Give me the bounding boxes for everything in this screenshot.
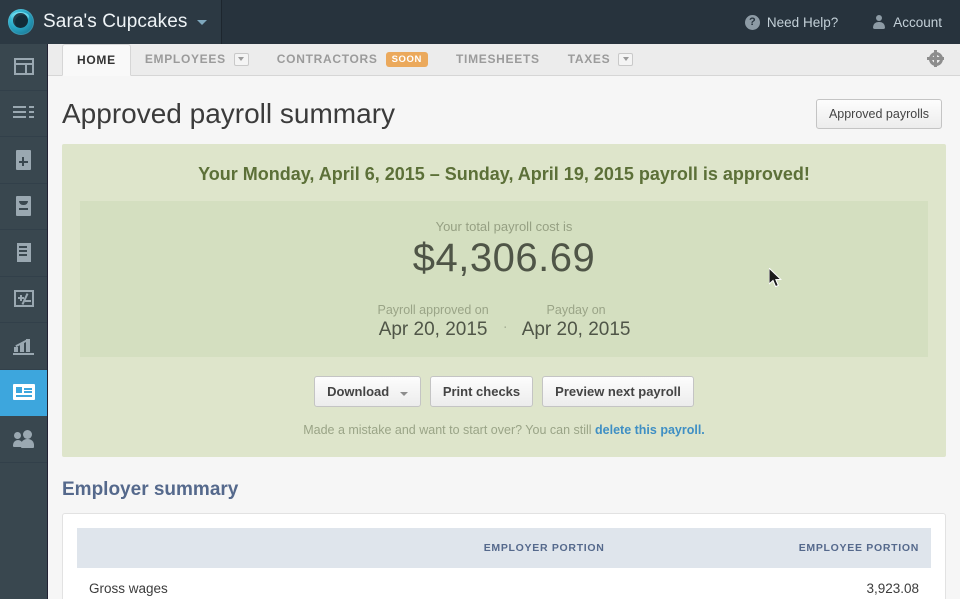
top-bar: Sara's Cupcakes ? Need Help? Account [0, 0, 960, 44]
total-cost-amount: $4,306.69 [412, 236, 596, 280]
total-cost-label: Your total payroll cost is [435, 219, 573, 234]
chart-icon [12, 335, 35, 357]
download-label: Download [327, 384, 390, 399]
chevron-down-icon [399, 392, 408, 396]
employer-summary-card: EMPLOYER PORTION EMPLOYEE PORTION Gross … [62, 513, 946, 599]
wave-circle-logo-icon [8, 9, 34, 35]
payroll-cost-panel: Your total payroll cost is $4,306.69 Pay… [80, 201, 928, 357]
tab-timesheets-label: TIMESHEETS [456, 52, 540, 66]
tab-employees-label: EMPLOYEES [144, 52, 226, 66]
calculator-icon [13, 288, 35, 310]
gross-wages-employee: 3,923.08 [616, 568, 931, 599]
table-body: Gross wages 3,923.08 Taxes (383.61) (1,1… [77, 568, 931, 599]
id-card-icon [12, 381, 35, 403]
note-text: Made a mistake and want to start over? Y… [303, 423, 596, 437]
receipt-icon [13, 242, 35, 264]
sidebar-item-save-document[interactable] [0, 184, 47, 230]
brand-menu[interactable]: Sara's Cupcakes [0, 0, 222, 44]
page-title: Approved payroll summary [62, 98, 396, 129]
delete-payroll-link[interactable]: delete this payroll. [595, 423, 705, 437]
table-header-row: EMPLOYER PORTION EMPLOYEE PORTION [77, 528, 931, 568]
chevron-down-icon[interactable] [196, 19, 207, 25]
sidebar-item-receipt[interactable] [0, 230, 47, 277]
status-badge-soon: SOON [385, 51, 428, 67]
delete-payroll-note: Made a mistake and want to start over? Y… [62, 423, 946, 437]
gear-icon [927, 50, 944, 67]
chevron-down-icon[interactable] [233, 52, 249, 66]
sidebar-item-chart[interactable] [0, 323, 47, 370]
payroll-app-window: Sara's Cupcakes ? Need Help? Account HOM… [0, 0, 960, 599]
payday-label: Payday on [546, 303, 606, 317]
column-header-blank [77, 528, 301, 568]
page-header: Approved payroll summary Approved payrol… [48, 76, 960, 144]
column-header-employee-portion: EMPLOYEE PORTION [616, 528, 931, 568]
tab-timesheets[interactable]: TIMESHEETS [442, 44, 554, 75]
sidebar-item-payroll[interactable] [0, 369, 47, 416]
sidebar-icon-rail [0, 44, 48, 599]
dashboard-icon [13, 56, 35, 78]
list-icon [12, 102, 35, 124]
row-label-gross-wages: Gross wages [77, 568, 301, 599]
approved-on-label: Payroll approved on [377, 303, 489, 317]
tab-taxes-label: TAXES [567, 52, 611, 66]
add-document-icon [13, 149, 35, 171]
table-header: EMPLOYER PORTION EMPLOYEE PORTION [77, 528, 931, 568]
tab-contractors-label: CONTRACTORS [276, 52, 378, 66]
chevron-down-icon[interactable] [618, 52, 634, 66]
account-label: Account [893, 14, 942, 30]
employer-summary-table: EMPLOYER PORTION EMPLOYEE PORTION Gross … [77, 528, 931, 599]
brand-name: Sara's Cupcakes [43, 11, 188, 32]
table-row: Gross wages 3,923.08 [77, 568, 931, 599]
payday-block: Payday on Apr 20, 2015 [514, 303, 639, 341]
employer-summary-title: Employer summary [62, 479, 239, 500]
tab-employees[interactable]: EMPLOYEES [131, 44, 263, 75]
tab-bar: HOME EMPLOYEES CONTRACTORS SOON TIMESHEE… [48, 44, 960, 76]
question-circle-icon: ? [744, 14, 760, 30]
tab-contractors[interactable]: CONTRACTORS SOON [263, 44, 442, 75]
topbar-right-group: ? Need Help? Account [711, 14, 960, 30]
person-icon [872, 14, 886, 30]
preview-next-payroll-button[interactable]: Preview next payroll [542, 376, 694, 407]
approved-on-value: Apr 20, 2015 [378, 319, 488, 340]
print-checks-button[interactable]: Print checks [429, 376, 534, 407]
banner-headline: Your Monday, April 6, 2015 – Sunday, Apr… [198, 164, 810, 184]
need-help-button[interactable]: ? Need Help? [744, 14, 839, 30]
tab-taxes[interactable]: TAXES [554, 44, 648, 75]
banner-action-buttons: Download Print checks Preview next payro… [62, 376, 946, 407]
mouse-pointer-icon [769, 268, 782, 288]
tab-home[interactable]: HOME [62, 44, 131, 76]
sidebar-item-add-document[interactable] [0, 137, 47, 184]
sidebar-item-calculator[interactable] [0, 277, 47, 323]
save-document-icon [13, 195, 35, 217]
need-help-label: Need Help? [766, 14, 839, 30]
download-button[interactable]: Download [314, 376, 421, 407]
approved-on-block: Payroll approved on Apr 20, 2015 [370, 303, 497, 341]
gross-wages-employer [300, 568, 617, 599]
approved-payroll-banner: Your Monday, April 6, 2015 – Sunday, Apr… [62, 144, 946, 457]
approved-payrolls-button[interactable]: Approved payrolls [815, 99, 942, 129]
sidebar-item-dashboard[interactable] [0, 44, 47, 91]
people-icon [12, 428, 35, 450]
column-header-employer-portion: EMPLOYER PORTION [300, 528, 617, 568]
tab-home-label: HOME [77, 53, 116, 67]
payroll-dates: Payroll approved on Apr 20, 2015 · Payda… [80, 303, 928, 341]
sidebar-item-people[interactable] [0, 416, 47, 463]
date-separator: · [502, 318, 508, 335]
settings-button[interactable] [926, 49, 946, 69]
account-button[interactable]: Account [872, 14, 942, 30]
sidebar-item-list[interactable] [0, 91, 47, 137]
main-content: HOME EMPLOYEES CONTRACTORS SOON TIMESHEE… [48, 44, 960, 599]
payday-value: Apr 20, 2015 [521, 319, 631, 340]
